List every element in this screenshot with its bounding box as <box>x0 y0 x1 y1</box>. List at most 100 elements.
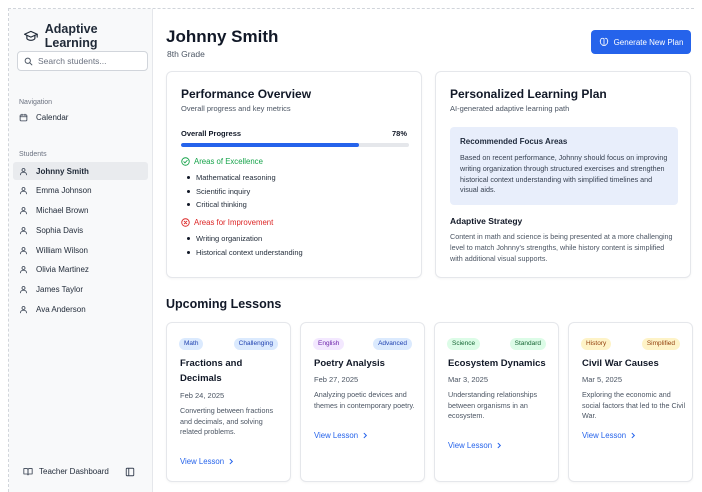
subject-badge: Science <box>447 338 481 350</box>
subject-badge: English <box>313 338 345 350</box>
calendar-icon <box>19 113 28 121</box>
subject-badge: History <box>581 338 612 350</box>
chevron-right-icon <box>363 432 368 439</box>
student-item[interactable]: Michael Brown <box>13 202 148 220</box>
students-label: Students <box>19 151 47 158</box>
level-badge: Advanced <box>373 338 412 350</box>
view-lesson-link[interactable]: View Lesson <box>448 441 502 450</box>
x-circle-icon <box>181 218 190 227</box>
lesson-card: History Simplified Civil War Causes Mar … <box>568 322 693 482</box>
areas-for-improvement-heading: Areas for Improvement <box>181 218 273 227</box>
view-lesson-label: View Lesson <box>582 431 627 440</box>
user-icon <box>20 187 27 195</box>
level-badge: Challenging <box>233 338 278 350</box>
lesson-date: Mar 5, 2025 <box>582 375 623 384</box>
student-name: Michael Brown <box>36 206 89 216</box>
level-badge: Simplified <box>641 338 680 350</box>
chevron-right-icon <box>229 458 234 465</box>
book-open-icon <box>23 468 33 476</box>
student-name: Ava Anderson <box>36 305 86 315</box>
lesson-badges: English Advanced <box>313 338 412 350</box>
lesson-description: Understanding relationships between orga… <box>448 390 538 420</box>
generate-plan-button[interactable]: Generate New Plan <box>591 30 691 54</box>
sidebar-toggle-icon[interactable] <box>125 467 135 477</box>
chevron-right-icon <box>497 442 502 449</box>
view-lesson-link[interactable]: View Lesson <box>180 457 234 466</box>
page-title: Johnny Smith <box>166 27 279 46</box>
teacher-dashboard-label: Teacher Dashboard <box>39 467 109 476</box>
student-item[interactable]: Ava Anderson <box>13 301 148 319</box>
view-lesson-label: View Lesson <box>314 431 359 440</box>
view-lesson-label: View Lesson <box>448 441 493 450</box>
student-item[interactable]: William Wilson <box>13 241 148 259</box>
lesson-badges: History Simplified <box>581 338 680 350</box>
user-icon <box>20 306 27 314</box>
lesson-title: Civil War Causes <box>582 358 659 369</box>
graduation-cap-icon <box>24 30 38 41</box>
lesson-date: Feb 24, 2025 <box>180 391 225 400</box>
list-item: Critical thinking <box>187 198 276 212</box>
lesson-description: Converting between fractions and decimal… <box>180 406 274 436</box>
student-item[interactable]: Johnny Smith <box>13 162 148 180</box>
student-name: Johnny Smith <box>36 166 89 176</box>
level-badge: Standard <box>509 338 546 350</box>
user-icon <box>20 266 27 274</box>
view-lesson-label: View Lesson <box>180 457 225 466</box>
search-icon <box>24 57 33 65</box>
search-input[interactable] <box>38 56 138 66</box>
lesson-description: Exploring the economic and social factor… <box>582 390 686 420</box>
student-name: Sophia Davis <box>36 225 84 235</box>
app-title: Adaptive Learning <box>44 21 98 50</box>
strategy-title: Adaptive Strategy <box>450 216 523 226</box>
excellence-label: Areas of Excellence <box>194 157 263 166</box>
lesson-card: Science Standard Ecosystem Dynamics Mar … <box>434 322 559 482</box>
lesson-date: Feb 27, 2025 <box>314 375 359 384</box>
user-icon <box>20 207 27 215</box>
lesson-card: English Advanced Poetry Analysis Feb 27,… <box>300 322 425 482</box>
student-item[interactable]: Sophia Davis <box>13 221 148 239</box>
user-icon <box>20 246 27 254</box>
excellence-list: Mathematical reasoning Scientific inquir… <box>187 171 276 212</box>
brain-icon <box>599 37 608 46</box>
navigation-label: Navigation <box>19 99 53 106</box>
sidebar-item-calendar[interactable]: Calendar <box>13 108 148 126</box>
app-frame: Adaptive Learning Navigation Calendar St… <box>8 8 694 492</box>
student-name: Emma Johnson <box>36 186 92 196</box>
focus-areas-box: Recommended Focus Areas Based on recent … <box>450 127 678 205</box>
chevron-right-icon <box>631 432 636 439</box>
sidebar: Adaptive Learning Navigation Calendar St… <box>9 9 153 492</box>
view-lesson-link[interactable]: View Lesson <box>314 431 368 440</box>
student-grade: 8th Grade <box>167 49 205 59</box>
view-lesson-link[interactable]: View Lesson <box>582 431 636 440</box>
student-item[interactable]: Olivia Martinez <box>13 261 148 279</box>
user-icon <box>20 226 27 235</box>
search-box[interactable] <box>17 51 148 71</box>
performance-card: Performance Overview Overall progress an… <box>166 71 422 278</box>
learning-plan-card: Personalized Learning Plan AI-generated … <box>435 71 691 278</box>
student-item[interactable]: Emma Johnson <box>13 182 148 200</box>
lesson-title: Ecosystem Dynamics <box>448 358 546 369</box>
plan-subtitle: AI-generated adaptive learning path <box>450 104 570 113</box>
improvement-label: Areas for Improvement <box>194 218 274 227</box>
performance-subtitle: Overall progress and key metrics <box>181 104 291 113</box>
student-name: William Wilson <box>36 245 88 255</box>
improvement-list: Writing organization Historical context … <box>187 232 303 259</box>
upcoming-lessons-title: Upcoming Lessons <box>166 297 282 311</box>
student-item[interactable]: James Taylor <box>13 281 148 299</box>
lesson-description: Analyzing poetic devices and themes in c… <box>314 390 415 410</box>
teacher-dashboard-link[interactable]: Teacher Dashboard <box>23 467 109 476</box>
student-name: Olivia Martinez <box>36 265 89 275</box>
list-item: Mathematical reasoning <box>187 171 276 185</box>
brand: Adaptive Learning <box>9 9 152 50</box>
progress-bar-fill <box>181 143 359 147</box>
focus-text: Based on recent performance, Johnny shou… <box>460 153 668 195</box>
sidebar-item-label: Calendar <box>36 112 69 122</box>
strategy-text: Content in math and science is being pre… <box>450 232 673 263</box>
plan-title: Personalized Learning Plan <box>450 87 607 101</box>
lesson-date: Mar 3, 2025 <box>448 375 489 384</box>
check-circle-icon <box>181 157 190 166</box>
subject-badge: Math <box>179 338 204 350</box>
user-icon <box>20 286 27 294</box>
lesson-title: Poetry Analysis <box>314 358 385 369</box>
lesson-title: Fractions and Decimals <box>180 358 243 384</box>
